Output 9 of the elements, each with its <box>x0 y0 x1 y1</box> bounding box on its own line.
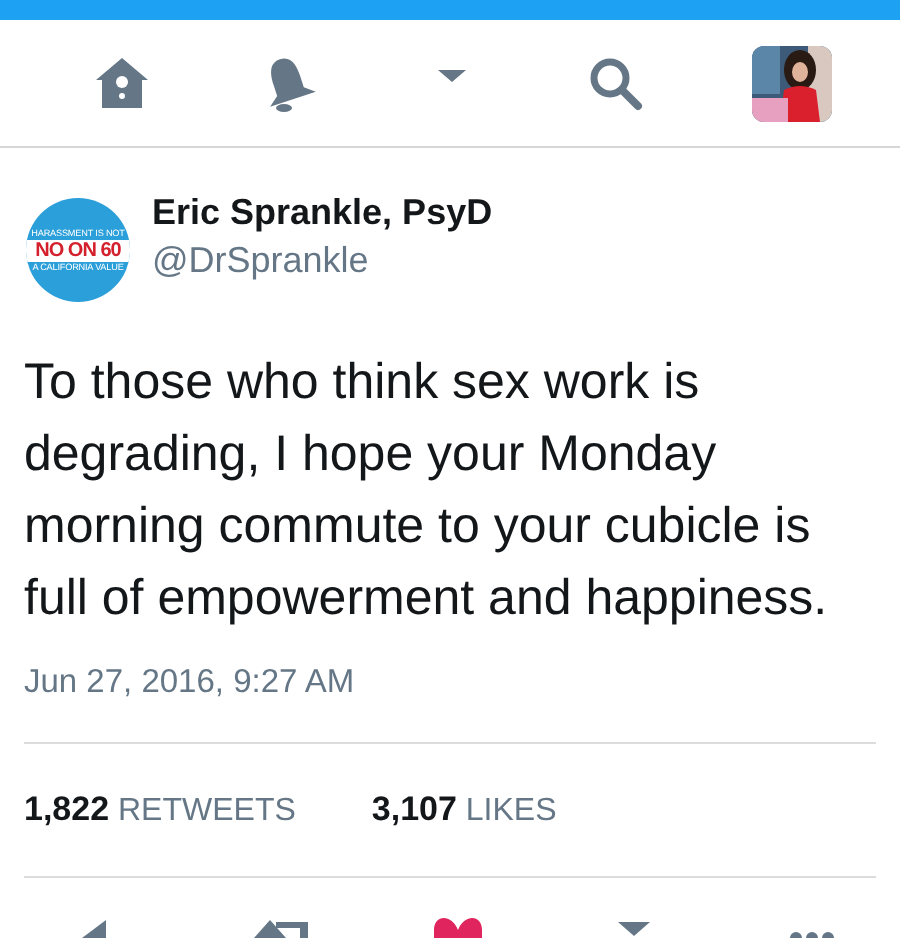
home-icon[interactable] <box>92 53 153 113</box>
user-handle[interactable]: @DrSprankle <box>152 236 493 284</box>
search-icon[interactable] <box>586 53 647 113</box>
avatar-text: NO ON 60 <box>26 239 130 261</box>
user-name[interactable]: Eric Sprankle, PsyD <box>152 188 493 236</box>
timestamp: Jun 27, 2016, 9:27 AM <box>24 662 357 702</box>
tweet-text: To those who think sex work is degrading, I hope your Monday morning commute to your cubicle is full of empowerment and happiness. <box>24 352 830 630</box>
stat-count[interactable]: 1,822 RETWEETS <box>24 790 296 830</box>
stat-count[interactable]: 3,107 LIKES <box>371 790 557 830</box>
